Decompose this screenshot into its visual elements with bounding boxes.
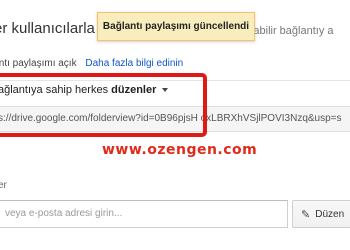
email-placeholder: veya e-posta adresi girin... xyxy=(5,208,123,219)
edit-permission-button[interactable]: ✎ Düzen xyxy=(292,200,350,228)
watermark-text: www.ozengen.com xyxy=(102,142,258,158)
link-sharing-updated-toast: Bağlantı paylaşımı güncellendi xyxy=(97,12,255,41)
highlight-annotation-box xyxy=(0,73,207,137)
email-input[interactable]: veya e-posta adresi girin... xyxy=(0,200,288,228)
pencil-icon: ✎ xyxy=(301,208,311,221)
link-sharing-status: ıntı paylaşımı açık Daha fazla bilgi edi… xyxy=(0,58,183,69)
toast-message: Bağlantı paylaşımı güncellendi xyxy=(102,21,250,32)
invite-section-label: er xyxy=(0,180,7,191)
permission-label: Düzen xyxy=(315,208,345,220)
share-dialog-title-cut: şilabilir bağlantıy a xyxy=(243,25,334,37)
link-sharing-status-text: ıntı paylaşımı açık xyxy=(0,58,77,69)
learn-more-link[interactable]: Daha fazla bilgi edinin xyxy=(85,58,183,69)
